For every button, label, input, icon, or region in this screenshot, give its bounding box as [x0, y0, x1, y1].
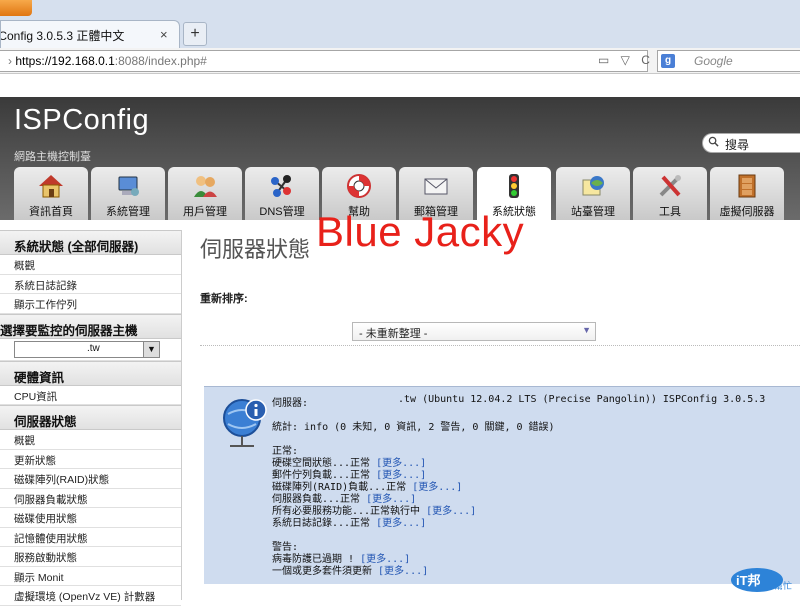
- tab-vserver[interactable]: 虛擬伺服器: [710, 167, 784, 220]
- more-link[interactable]: [更多...]: [412, 482, 462, 493]
- more-link[interactable]: [更多...]: [376, 518, 426, 529]
- tab-label: DNS管理: [259, 206, 305, 218]
- server-label: 伺服器:: [272, 398, 309, 409]
- sidebar-item-raid[interactable]: 磁碟陣列(RAID)狀態: [0, 469, 181, 489]
- tab-label: 系統管理: [106, 206, 150, 218]
- help-icon: [347, 174, 371, 198]
- svg-text:iT邦: iT邦: [736, 573, 761, 588]
- sidebar-item-openvz[interactable]: 虛擬環境 (OpenVz VE) 計數器: [0, 586, 181, 606]
- sidebar-item-syslog[interactable]: 系統日誌記錄: [0, 275, 181, 294]
- system-icon: [118, 176, 139, 196]
- sidebar-item-jobqueue[interactable]: 顯示工作佇列: [0, 294, 181, 314]
- sidebar-item-update[interactable]: 更新狀態: [0, 450, 181, 469]
- page-title: 伺服器狀態: [200, 237, 311, 262]
- server-select-value: .tw: [87, 342, 100, 354]
- browser-tab-bar: ISPConfig 3.0.5.3 正體中文 × +: [0, 0, 800, 48]
- ithome-logo: iT邦 幫忙: [731, 568, 792, 592]
- watermark-text: Blue Jacky: [316, 208, 525, 255]
- warning-text: 一個或更多套件須更新: [272, 566, 372, 577]
- sidebar-section-title: 伺服器狀態: [0, 405, 181, 430]
- more-link[interactable]: [更多...]: [378, 566, 428, 577]
- sort-label: 重新排序:: [200, 293, 248, 305]
- divider: [200, 345, 800, 346]
- server-value: .tw (Ubuntu 12.04.2 LTS (Precise Pangoli…: [398, 394, 766, 405]
- tab-system[interactable]: 系統管理: [91, 167, 165, 220]
- status-text: 系統日誌記錄...正常: [272, 518, 371, 529]
- sidebar: 系統狀態 (全部伺服器) 概觀 系統日誌記錄 顯示工作佇列 選擇要監控的伺服器主…: [0, 230, 182, 606]
- svg-text:幫忙: 幫忙: [774, 580, 792, 592]
- google-icon[interactable]: g: [661, 54, 675, 68]
- sidebar-item-services[interactable]: 服務啟動狀態: [0, 547, 181, 567]
- tab-dns[interactable]: DNS管理: [245, 167, 319, 220]
- new-tab-button[interactable]: +: [183, 22, 207, 46]
- tab-label: 虛擬伺服器: [719, 206, 775, 218]
- sites-icon: [582, 176, 604, 196]
- server-select[interactable]: .tw ▼: [14, 340, 160, 358]
- browser-search-input[interactable]: Google: [657, 50, 800, 72]
- traffic-light-icon: [509, 174, 519, 198]
- refresh-select[interactable]: - 未重新整理 - ▼: [352, 322, 596, 341]
- address-bar-icons[interactable]: ▭ ▽ C: [598, 53, 654, 67]
- browser-tab-title: ISPConfig 3.0.5.3 正體中文: [1, 29, 125, 43]
- browser-menu-button[interactable]: [0, 0, 32, 16]
- app-logo[interactable]: ISPConfig: [14, 104, 149, 137]
- search-icon: [708, 136, 719, 147]
- url-host: https://192.168.0.1: [15, 54, 115, 68]
- close-tab-icon[interactable]: ×: [160, 27, 168, 42]
- status-line: 系統日誌記錄...正常 [更多...]: [272, 514, 426, 529]
- tab-label: 資訊首頁: [29, 206, 73, 218]
- url-path: :8088/index.php#: [114, 54, 207, 68]
- tools-icon: [659, 175, 681, 197]
- address-bar[interactable]: › https://192.168.0.1:8088/index.php#: [0, 50, 648, 72]
- users-icon: [194, 176, 217, 197]
- sidebar-item-overview-all[interactable]: 概觀: [0, 255, 181, 275]
- chevron-down-icon[interactable]: ▼: [143, 341, 159, 357]
- browser-tab[interactable]: ISPConfig 3.0.5.3 正體中文: [0, 20, 180, 48]
- stats-line: 統計: info (0 未知, 0 資訊, 2 警告, 0 關鍵, 0 錯誤): [272, 422, 555, 433]
- sidebar-item-load[interactable]: 伺服器負載狀態: [0, 489, 181, 508]
- server-info-icon: [223, 399, 267, 447]
- tab-label: 站臺管理: [571, 206, 615, 218]
- more-link[interactable]: [更多...]: [426, 506, 476, 517]
- sidebar-section-title: 硬體資訊: [0, 360, 181, 386]
- tab-label: 用戶管理: [183, 206, 227, 218]
- dns-icon: [271, 175, 291, 197]
- server-select-wrap: .tw ▼: [0, 339, 181, 361]
- refresh-select-value: - 未重新整理 -: [359, 328, 428, 340]
- sidebar-item-cpu[interactable]: CPU資訊: [0, 386, 181, 405]
- search-placeholder: Google: [694, 54, 733, 68]
- sidebar-item-overview[interactable]: 概觀: [0, 430, 181, 450]
- chevron-down-icon[interactable]: ▼: [582, 325, 591, 335]
- app-search-text: 搜尋: [725, 138, 750, 152]
- sidebar-section-title: 系統狀態 (全部伺服器): [0, 230, 181, 255]
- sidebar-item-monit[interactable]: 顯示 Monit: [0, 567, 181, 586]
- home-icon: [39, 175, 63, 198]
- tab-users[interactable]: 用戶管理: [168, 167, 242, 220]
- sidebar-section-title: 選擇要監控的伺服器主機: [0, 313, 181, 339]
- browser-nav-bar: › https://192.168.0.1:8088/index.php# ▭ …: [0, 48, 800, 74]
- tab-tools[interactable]: 工具: [633, 167, 707, 220]
- tab-home[interactable]: 資訊首頁: [14, 167, 88, 220]
- mail-icon: [424, 178, 448, 195]
- app-tagline: 網路主機控制臺: [14, 151, 91, 163]
- sidebar-item-disk[interactable]: 磁碟使用狀態: [0, 508, 181, 528]
- warning-line: 一個或更多套件須更新 [更多...]: [272, 562, 428, 577]
- tab-label: 工具: [659, 206, 681, 218]
- sidebar-item-memory[interactable]: 記憶體使用狀態: [0, 528, 181, 547]
- cabinet-icon: [738, 174, 756, 198]
- tab-sites[interactable]: 站臺管理: [556, 167, 630, 220]
